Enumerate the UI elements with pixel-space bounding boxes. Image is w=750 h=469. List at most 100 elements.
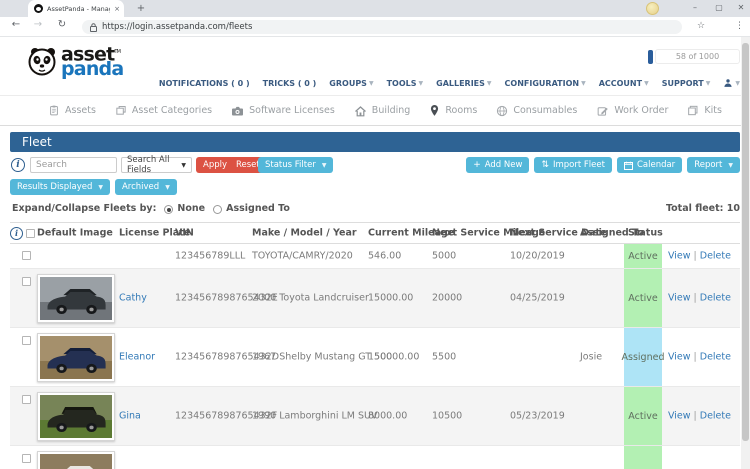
nav-support[interactable]: SUPPORT▼ bbox=[662, 79, 711, 88]
delete-link[interactable]: Delete bbox=[700, 352, 731, 363]
expand-collapse-row: Expand/Collapse Fleets by: None Assigned… bbox=[12, 203, 740, 214]
info-icon[interactable]: i bbox=[11, 158, 25, 172]
results-displayed-button[interactable]: Results Displayed▼ bbox=[10, 179, 110, 195]
chevron-down-icon: ▼ bbox=[98, 184, 103, 191]
license-plate-link[interactable]: Cathy bbox=[119, 293, 147, 304]
browser-tab[interactable]: AssetPanda - Management Syst × bbox=[28, 0, 124, 17]
module-asset-categories[interactable]: Asset Categories bbox=[115, 104, 212, 117]
reload-icon[interactable]: ↻ bbox=[54, 19, 70, 30]
table-info-icon[interactable]: i bbox=[10, 227, 23, 240]
vehicle-photo[interactable] bbox=[37, 274, 115, 323]
tab-strip: AssetPanda - Management Syst × + – ▢ ✕ bbox=[0, 0, 750, 17]
module-building[interactable]: Building bbox=[354, 105, 411, 117]
search-scope-select[interactable]: Search All Fields ▼ bbox=[121, 157, 192, 173]
back-icon[interactable]: ← bbox=[8, 19, 24, 30]
window-close-button[interactable]: ✕ bbox=[730, 0, 750, 16]
browser-menu-icon[interactable]: ⋮ bbox=[735, 21, 744, 31]
vehicle-image bbox=[40, 454, 112, 469]
license-plate-link[interactable]: Gina bbox=[119, 411, 141, 422]
vehicle-photo[interactable] bbox=[37, 451, 115, 469]
module-work-order[interactable]: Work Order bbox=[596, 105, 668, 117]
browser-profile-avatar[interactable] bbox=[646, 2, 659, 15]
vehicle-image bbox=[40, 395, 112, 438]
mileage-value: 150000.00 bbox=[368, 352, 419, 363]
window-minimize-button[interactable]: – bbox=[684, 0, 706, 16]
url-field[interactable]: https://login.assetpanda.com/fleets bbox=[82, 20, 682, 34]
make-value: 2000 Toyota Landcruiser bbox=[252, 293, 369, 304]
row-checkbox[interactable] bbox=[22, 454, 31, 463]
scrollbar-thumb[interactable] bbox=[742, 43, 749, 441]
vehicle-photo[interactable] bbox=[37, 392, 115, 441]
radio-none-label: None bbox=[177, 203, 205, 214]
tab-close-icon[interactable]: × bbox=[114, 5, 120, 13]
delete-link[interactable]: Delete bbox=[700, 411, 731, 422]
row-checkbox[interactable] bbox=[22, 251, 31, 260]
nav-tricks[interactable]: TRICKS ( 0 ) bbox=[263, 79, 317, 88]
table-row: Gina 1234567898765432F 1990 Lamborghini … bbox=[10, 387, 740, 446]
top-nav: NOTIFICATIONS ( 0 ) TRICKS ( 0 ) GROUPS▼… bbox=[159, 78, 740, 88]
archived-button[interactable]: Archived▼ bbox=[115, 179, 177, 195]
filter-toolbar: i Search All Fields ▼ Apply Reset Status… bbox=[10, 157, 740, 174]
module-software-licenses[interactable]: Software Licenses bbox=[231, 105, 335, 117]
table-row bbox=[10, 446, 740, 469]
module-assets[interactable]: Assets bbox=[48, 104, 96, 117]
module-kits[interactable]: Kits bbox=[687, 104, 722, 117]
radio-none[interactable] bbox=[164, 205, 173, 214]
assetpanda-logo[interactable]: assetTM panda bbox=[26, 45, 123, 77]
radio-assigned-to[interactable] bbox=[213, 205, 222, 214]
view-link[interactable]: View bbox=[668, 293, 691, 304]
car-silhouette-icon bbox=[44, 404, 107, 436]
view-link[interactable]: View bbox=[668, 411, 691, 422]
module-rooms[interactable]: Rooms bbox=[429, 104, 477, 117]
add-new-button[interactable]: +Add New bbox=[466, 157, 529, 173]
panda-logo-icon bbox=[26, 45, 58, 77]
forward-icon[interactable]: → bbox=[30, 19, 46, 30]
chevron-down-icon: ▼ bbox=[369, 80, 374, 87]
vehicle-photo[interactable] bbox=[37, 333, 115, 382]
calendar-button[interactable]: Calendar bbox=[617, 157, 682, 173]
row-checkbox[interactable] bbox=[22, 395, 31, 404]
status-filter-button[interactable]: Status Filter▼ bbox=[258, 157, 333, 173]
view-link[interactable]: View bbox=[668, 251, 691, 262]
module-consumables[interactable]: Consumables bbox=[496, 105, 577, 117]
globe-icon bbox=[496, 105, 508, 117]
view-link[interactable]: View bbox=[668, 352, 691, 363]
status-badge: Active bbox=[624, 387, 662, 445]
nav-configuration[interactable]: CONFIGURATION▼ bbox=[505, 79, 586, 88]
make-value: TOYOTA/CAMRY/2020 bbox=[252, 251, 353, 262]
browser-window: AssetPanda - Management Syst × + – ▢ ✕ ←… bbox=[0, 0, 750, 469]
delete-link[interactable]: Delete bbox=[700, 251, 731, 262]
row-checkbox[interactable] bbox=[22, 336, 31, 345]
window-maximize-button[interactable]: ▢ bbox=[708, 0, 730, 16]
module-bar: Assets Asset Categories Software License… bbox=[0, 95, 741, 126]
search-input[interactable] bbox=[30, 157, 117, 173]
row-checkbox[interactable] bbox=[22, 277, 31, 286]
url-text: https://login.assetpanda.com/fleets bbox=[102, 22, 252, 32]
select-all-checkbox[interactable] bbox=[26, 229, 35, 238]
fleet-table: i Default Image License Plate VIN Make /… bbox=[10, 222, 740, 469]
status-badge: Active bbox=[624, 269, 662, 327]
status-badge: Assigned bbox=[624, 328, 662, 386]
page-title: Fleet bbox=[10, 132, 740, 152]
lock-icon bbox=[90, 23, 97, 32]
vehicle-image bbox=[40, 336, 112, 379]
nav-galleries[interactable]: GALLERIES▼ bbox=[436, 79, 491, 88]
nav-user-menu[interactable]: ▼ bbox=[723, 78, 740, 88]
row-actions: View|Delete bbox=[668, 411, 731, 422]
camera-icon bbox=[231, 105, 244, 117]
usage-slider-thumb[interactable] bbox=[648, 50, 653, 64]
report-button[interactable]: Report▼ bbox=[687, 157, 740, 173]
new-tab-button[interactable]: + bbox=[134, 2, 148, 16]
nav-tools[interactable]: TOOLS▼ bbox=[387, 79, 424, 88]
map-pin-icon bbox=[429, 104, 440, 117]
import-fleet-button[interactable]: ⇅Import Fleet bbox=[534, 157, 612, 173]
license-plate-link[interactable]: Eleanor bbox=[119, 352, 155, 363]
table-row: Eleanor 1234567898765432D 1967 Shelby Mu… bbox=[10, 328, 740, 387]
bookmark-star-icon[interactable]: ☆ bbox=[697, 21, 705, 31]
nav-account[interactable]: ACCOUNT▼ bbox=[599, 79, 649, 88]
next-date-value: 10/20/2019 bbox=[510, 251, 565, 262]
nav-groups[interactable]: GROUPS▼ bbox=[329, 79, 373, 88]
expand-collapse-label: Expand/Collapse Fleets by: bbox=[12, 203, 156, 214]
delete-link[interactable]: Delete bbox=[700, 293, 731, 304]
nav-notifications[interactable]: NOTIFICATIONS ( 0 ) bbox=[159, 79, 250, 88]
